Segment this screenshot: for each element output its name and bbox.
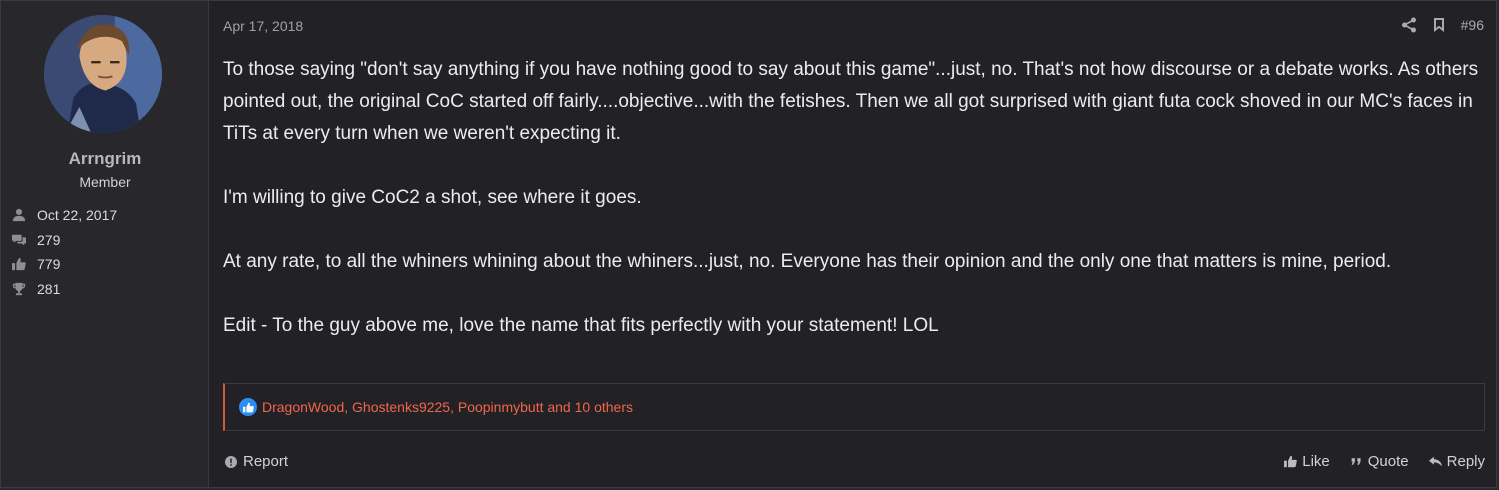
thumbs-up-icon [1284,455,1298,468]
reply-button[interactable]: Reply [1428,453,1485,470]
post-date[interactable]: Apr 17, 2018 [223,18,303,34]
post-actions: Like Quote Reply [1284,453,1485,470]
post-paragraph: Edit - To the guy above me, love the nam… [223,315,939,336]
stat-points-value: 281 [37,280,61,297]
quote-label: Quote [1367,453,1409,470]
stat-messages-value: 279 [37,231,61,248]
avatar[interactable] [44,15,162,133]
trophy-icon [9,282,29,296]
stat-reactions-value: 779 [37,256,61,273]
reactions-bar: DragonWood, Ghostenks9225, Poopinmybutt … [223,383,1485,431]
reply-label: Reply [1446,453,1485,470]
post-paragraph: At any rate, to all the whiners whining … [223,251,1392,272]
alert-icon [225,455,237,468]
like-button[interactable]: Like [1284,453,1330,470]
stat-messages: 279 [9,228,117,253]
like-reaction-icon [239,398,257,416]
post-footer: Report Like Quote Reply [223,453,1485,473]
avatar-image [44,15,162,133]
report-button[interactable]: Report [225,453,288,470]
user-panel: Arrngrim Member Oct 22, 2017 279 779 281 [1,1,209,487]
post-body: To those saying "don't say anything if y… [223,54,1485,342]
forum-post: Arrngrim Member Oct 22, 2017 279 779 281… [0,0,1497,488]
report-label: Report [243,453,289,470]
comments-icon [9,233,29,247]
bookmark-icon[interactable] [1431,17,1447,33]
quote-icon [1351,458,1361,465]
post-paragraph: I'm willing to give CoC2 a shot, see whe… [223,187,642,208]
post-number[interactable]: #96 [1461,17,1484,33]
post-top-actions: #96 [1401,17,1484,33]
reactions-list-link[interactable]: DragonWood, Ghostenks9225, Poopinmybutt … [262,399,633,415]
stat-joined-value: Oct 22, 2017 [37,207,118,224]
stat-points: 281 [9,277,117,302]
user-stats: Oct 22, 2017 279 779 281 [9,203,117,301]
share-icon[interactable] [1401,17,1417,33]
stat-reactions: 779 [9,252,117,277]
post-content: Apr 17, 2018 #96 To those saying "don't … [223,1,1485,487]
user-title: Member [79,174,131,190]
reply-icon [1428,456,1442,467]
like-label: Like [1302,453,1330,470]
username[interactable]: Arrngrim [1,149,209,169]
thumbs-up-icon [9,257,29,271]
quote-button[interactable]: Quote [1350,453,1409,470]
stat-joined: Oct 22, 2017 [9,203,117,228]
user-icon [9,208,29,222]
post-paragraph: To those saying "don't say anything if y… [223,59,1479,144]
